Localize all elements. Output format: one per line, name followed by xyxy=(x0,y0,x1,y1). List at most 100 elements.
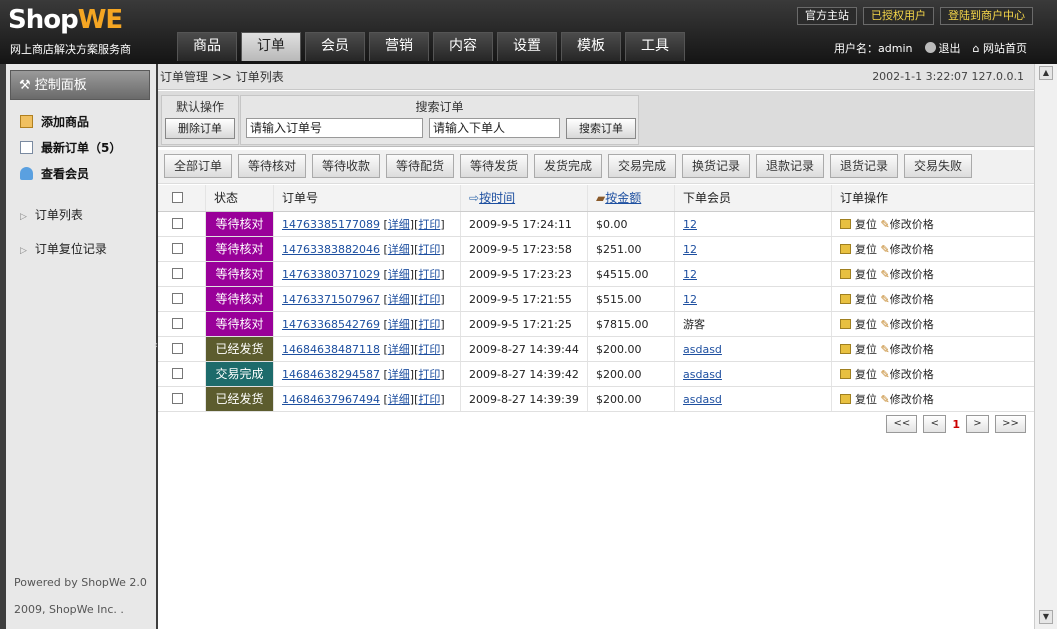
filter-awaiting-picking[interactable]: 等待配货 xyxy=(386,154,454,178)
licensed-user-link[interactable]: 已授权用户 xyxy=(863,7,934,25)
reset-link[interactable]: 复位 xyxy=(855,393,877,406)
reset-link[interactable]: 复位 xyxy=(855,293,877,306)
filter-shipped[interactable]: 发货完成 xyxy=(534,154,602,178)
sort-by-time-link[interactable]: 按时间 xyxy=(479,191,515,205)
control-panel-header[interactable]: ⚒ 控制面板 xyxy=(10,70,150,100)
detail-link[interactable]: 详细 xyxy=(388,268,410,281)
member-name[interactable]: asdasd xyxy=(683,368,722,381)
sort-by-amount-link[interactable]: 按金额 xyxy=(605,191,641,205)
buyer-input[interactable]: 请输入下单人 xyxy=(429,118,560,138)
detail-link[interactable]: 详细 xyxy=(388,293,410,306)
home-link[interactable]: ⌂ 网站首页 xyxy=(973,40,1027,56)
filter-completed[interactable]: 交易完成 xyxy=(608,154,676,178)
filter-awaiting-payment[interactable]: 等待收款 xyxy=(312,154,380,178)
sidebar-item-order-reset-log[interactable]: ▷ 订单复位记录 xyxy=(20,240,107,257)
print-link[interactable]: 打印 xyxy=(418,318,440,331)
scroll-up-icon[interactable]: ▲ xyxy=(1039,66,1053,80)
detail-link[interactable]: 详细 xyxy=(388,393,410,406)
reset-link[interactable]: 复位 xyxy=(855,343,877,356)
filter-awaiting-shipping[interactable]: 等待发货 xyxy=(460,154,528,178)
logout-link[interactable]: 退出 xyxy=(924,40,961,56)
row-checkbox[interactable] xyxy=(172,293,183,304)
detail-link[interactable]: 详细 xyxy=(388,243,410,256)
order-number-link[interactable]: 14763371507967 xyxy=(282,293,380,306)
row-checkbox[interactable] xyxy=(172,343,183,354)
order-number-link[interactable]: 14763385177089 xyxy=(282,218,380,231)
tab-orders[interactable]: 订单 xyxy=(241,32,301,61)
latest-orders-link[interactable]: 最新订单（5） xyxy=(20,139,121,156)
print-link[interactable]: 打印 xyxy=(418,343,440,356)
tab-content[interactable]: 内容 xyxy=(433,32,493,61)
view-members-link[interactable]: 查看会员 xyxy=(20,165,89,182)
order-number-link[interactable]: 14763380371029 xyxy=(282,268,380,281)
member-name[interactable]: 12 xyxy=(683,243,697,256)
member-name[interactable]: 12 xyxy=(683,268,697,281)
search-order-button[interactable]: 搜索订单 xyxy=(566,118,636,139)
order-number-link[interactable]: 14763383882046 xyxy=(282,243,380,256)
tab-marketing[interactable]: 营销 xyxy=(369,32,429,61)
filter-return-records[interactable]: 退货记录 xyxy=(830,154,898,178)
print-link[interactable]: 打印 xyxy=(418,218,440,231)
detail-link[interactable]: 详细 xyxy=(388,343,410,356)
sidebar-item-order-list[interactable]: ▷ 订单列表 xyxy=(20,206,83,223)
print-link[interactable]: 打印 xyxy=(418,368,440,381)
tab-members[interactable]: 会员 xyxy=(305,32,365,61)
filter-exchange-records[interactable]: 换货记录 xyxy=(682,154,750,178)
order-number-link[interactable]: 14684638294587 xyxy=(282,368,380,381)
edit-price-link[interactable]: 修改价格 xyxy=(890,268,934,281)
select-all-checkbox[interactable] xyxy=(172,192,183,203)
filter-awaiting-check[interactable]: 等待核对 xyxy=(238,154,306,178)
member-name[interactable]: 12 xyxy=(683,218,697,231)
detail-link[interactable]: 详细 xyxy=(388,318,410,331)
edit-price-link[interactable]: 修改价格 xyxy=(890,368,934,381)
row-checkbox[interactable] xyxy=(172,243,183,254)
detail-link[interactable]: 详细 xyxy=(388,218,410,231)
tab-templates[interactable]: 模板 xyxy=(561,32,621,61)
print-link[interactable]: 打印 xyxy=(418,243,440,256)
logo[interactable]: ShopWE xyxy=(8,5,123,35)
reset-link[interactable]: 复位 xyxy=(855,218,877,231)
col-time[interactable]: ⇨按时间 xyxy=(461,185,588,211)
reset-link[interactable]: 复位 xyxy=(855,243,877,256)
reset-link[interactable]: 复位 xyxy=(855,318,877,331)
tab-tools[interactable]: 工具 xyxy=(625,32,685,61)
row-checkbox[interactable] xyxy=(172,218,183,229)
order-number-link[interactable]: 14684637967494 xyxy=(282,393,380,406)
member-name[interactable]: asdasd xyxy=(683,343,722,356)
row-checkbox[interactable] xyxy=(172,393,183,404)
reset-link[interactable]: 复位 xyxy=(855,368,877,381)
edit-price-link[interactable]: 修改价格 xyxy=(890,343,934,356)
next-page-button[interactable]: > xyxy=(966,415,989,433)
print-link[interactable]: 打印 xyxy=(418,268,440,281)
official-site-link[interactable]: 官方主站 xyxy=(797,7,857,25)
scroll-down-icon[interactable]: ▼ xyxy=(1039,610,1053,624)
add-product-link[interactable]: 添加商品 xyxy=(20,113,89,130)
row-checkbox[interactable] xyxy=(172,368,183,379)
last-page-button[interactable]: >> xyxy=(995,415,1026,433)
filter-failed[interactable]: 交易失败 xyxy=(904,154,972,178)
print-link[interactable]: 打印 xyxy=(418,393,440,406)
tab-products[interactable]: 商品 xyxy=(177,32,237,61)
row-checkbox[interactable] xyxy=(172,318,183,329)
prev-page-button[interactable]: < xyxy=(923,415,947,433)
order-number-input[interactable]: 请输入订单号 xyxy=(246,118,423,138)
edit-price-link[interactable]: 修改价格 xyxy=(890,293,934,306)
first-page-button[interactable]: << xyxy=(886,415,918,433)
scrollbar[interactable]: ▲ ▼ xyxy=(1034,64,1057,629)
tab-settings[interactable]: 设置 xyxy=(497,32,557,61)
edit-price-link[interactable]: 修改价格 xyxy=(890,243,934,256)
reset-link[interactable]: 复位 xyxy=(855,268,877,281)
filter-refund-records[interactable]: 退款记录 xyxy=(756,154,824,178)
merchant-center-link[interactable]: 登陆到商户中心 xyxy=(940,7,1033,25)
edit-price-link[interactable]: 修改价格 xyxy=(890,318,934,331)
col-amount[interactable]: ▰按金额 xyxy=(588,185,675,211)
row-checkbox[interactable] xyxy=(172,268,183,279)
delete-order-button[interactable]: 删除订单 xyxy=(165,118,235,139)
member-name[interactable]: 12 xyxy=(683,293,697,306)
member-name[interactable]: asdasd xyxy=(683,393,722,406)
detail-link[interactable]: 详细 xyxy=(388,368,410,381)
edit-price-link[interactable]: 修改价格 xyxy=(890,218,934,231)
order-number-link[interactable]: 14684638487118 xyxy=(282,343,380,356)
edit-price-link[interactable]: 修改价格 xyxy=(890,393,934,406)
filter-all-orders[interactable]: 全部订单 xyxy=(164,154,232,178)
